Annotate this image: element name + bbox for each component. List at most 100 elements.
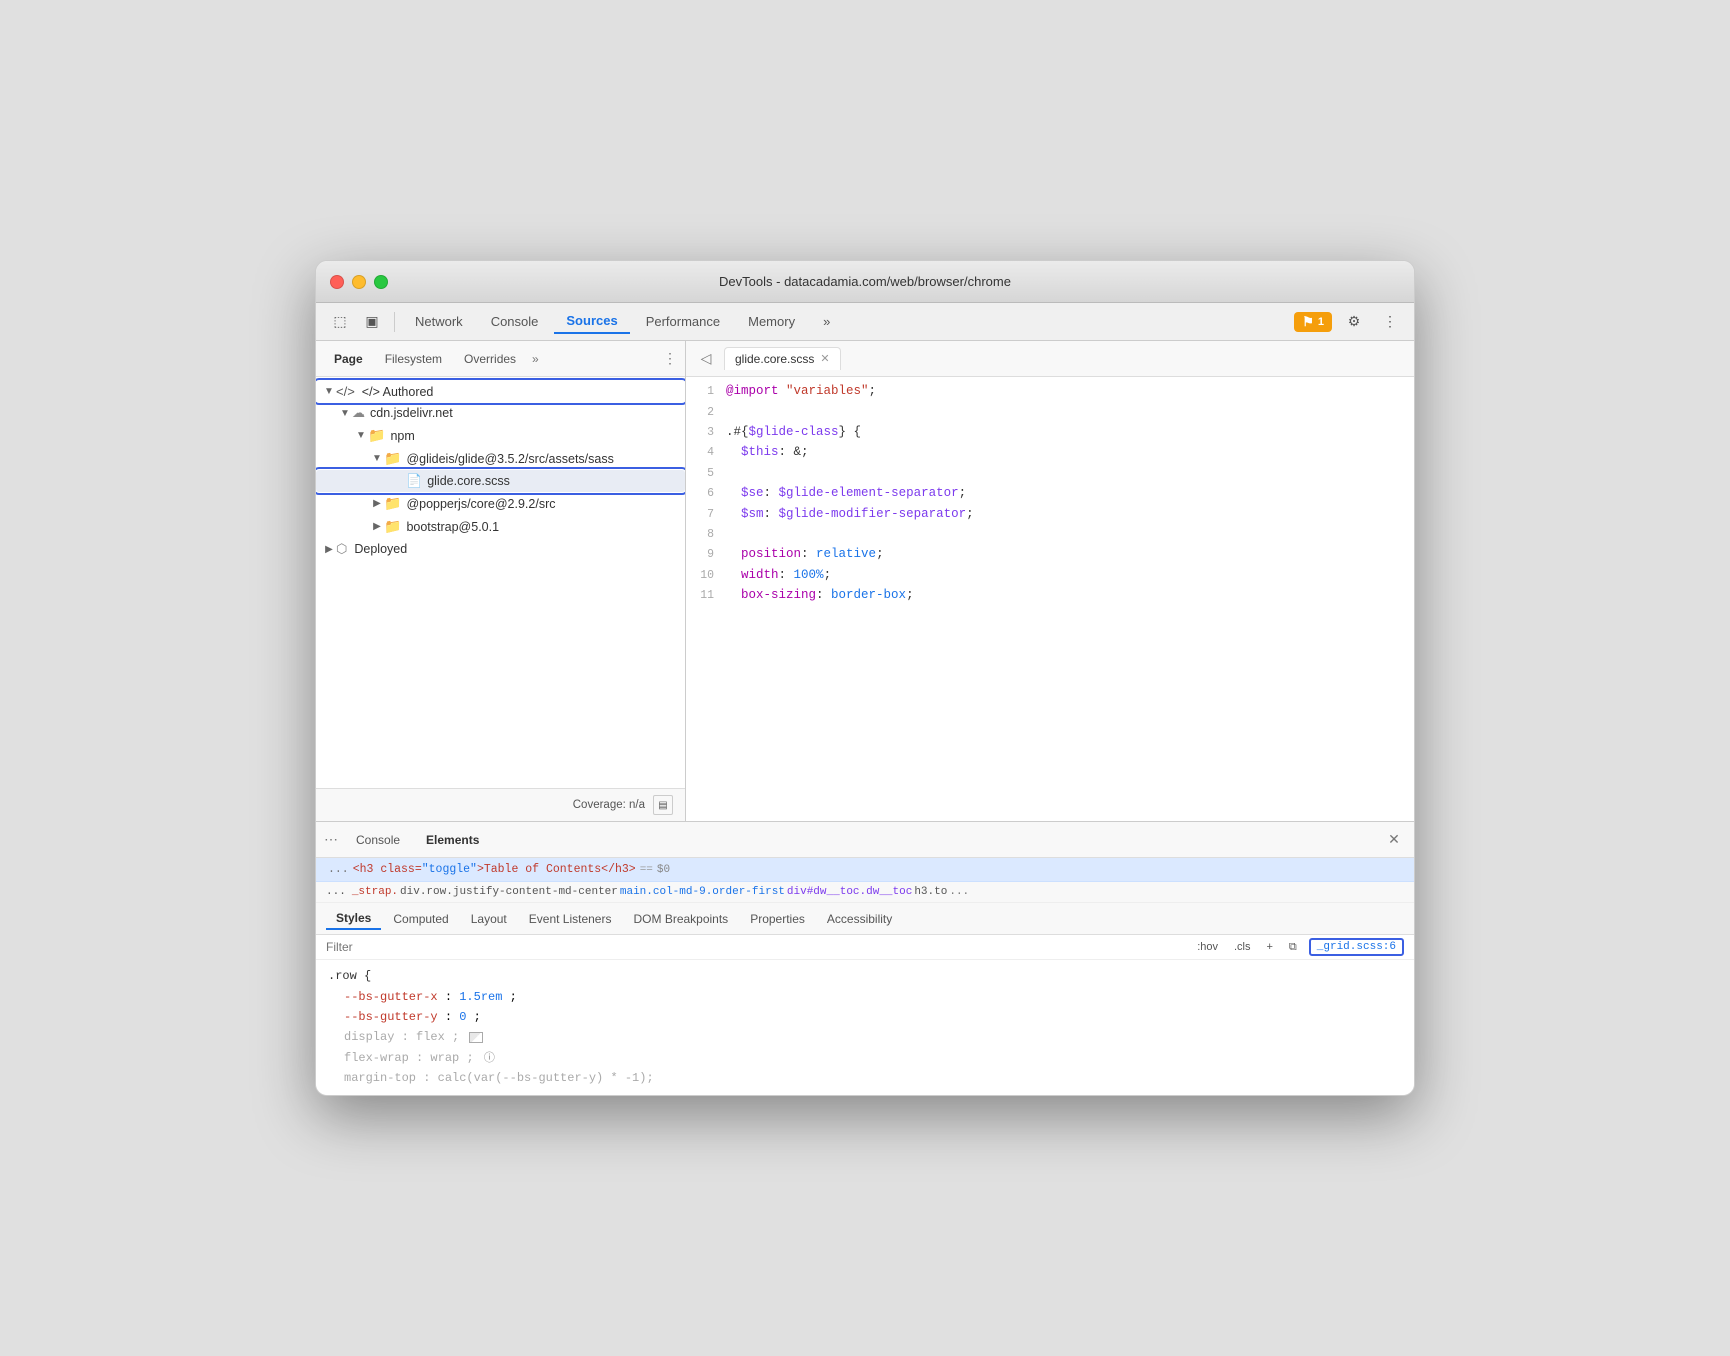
styles-tabs: Styles Computed Layout Event Listeners D…	[316, 903, 1414, 935]
tab-network[interactable]: Network	[403, 310, 475, 333]
minimize-button[interactable]	[352, 275, 366, 289]
styles-tab-layout[interactable]: Layout	[461, 909, 517, 929]
main-area: Page Filesystem Overrides » ⋮ ▼ </> </> …	[316, 341, 1414, 821]
source-link[interactable]: _grid.scss:6	[1309, 938, 1404, 956]
tab-filesystem[interactable]: Filesystem	[375, 348, 452, 370]
code-line-8: 8	[686, 524, 1414, 544]
styles-tab-styles[interactable]: Styles	[326, 908, 381, 930]
npm-arrow: ▼	[354, 429, 368, 443]
bc-div-toc[interactable]: div#dw__toc.dw__toc	[787, 886, 912, 898]
cdn-label: cdn.jsdelivr.net	[370, 406, 453, 420]
bc-h3[interactable]: h3.to	[914, 886, 947, 898]
bc-divrow[interactable]: div.row.justify-content-md-center	[400, 886, 618, 898]
code-line-5: 5	[686, 463, 1414, 483]
bottom-toolbar-dots[interactable]: ⋯	[324, 831, 338, 848]
css-properties: --bs-gutter-x : 1.5rem ; --bs-gutter-y :…	[328, 987, 1402, 1089]
devtools-window: DevTools - datacadamia.com/web/browser/c…	[315, 260, 1415, 1096]
bc-strap[interactable]: _strap.	[352, 886, 398, 898]
styles-filter-input[interactable]	[326, 940, 1193, 954]
traffic-lights	[330, 275, 388, 289]
code-line-11: 11 box-sizing: border-box;	[686, 585, 1414, 605]
coverage-icon[interactable]: ▤	[653, 795, 673, 815]
maximize-button[interactable]	[374, 275, 388, 289]
code-tab-close[interactable]: ✕	[820, 354, 829, 365]
flex-layout-icon[interactable]	[469, 1032, 483, 1043]
settings-icon[interactable]: ⚙	[1340, 308, 1368, 336]
code-content[interactable]: 1 @import "variables"; 2 3 .#{$glide-cla…	[686, 377, 1414, 821]
cls-button[interactable]: .cls	[1230, 939, 1255, 955]
authored-node[interactable]: ▼ </> </> Authored	[316, 381, 685, 402]
npm-node[interactable]: ▼ 📁 npm	[316, 424, 685, 447]
code-line-6: 6 $se: $glide-element-separator;	[686, 483, 1414, 503]
code-panel: ◁ glide.core.scss ✕ 1 @import "variables…	[686, 341, 1414, 821]
glideis-arrow: ▼	[370, 452, 384, 466]
glideis-node[interactable]: ▼ 📁 @glideis/glide@3.5.2/src/assets/sass	[316, 447, 685, 470]
styles-filter-row: :hov .cls + ⧉ _grid.scss:6	[316, 935, 1414, 960]
css-prop-gutter-y: --bs-gutter-y : 0 ;	[344, 1007, 1402, 1027]
plus-button[interactable]: +	[1262, 939, 1276, 955]
npm-label: npm	[390, 429, 414, 443]
copy-styles-button[interactable]: ⧉	[1285, 939, 1301, 956]
coverage-bar: Coverage: n/a ▤	[316, 788, 685, 821]
glideis-folder-icon: 📁	[384, 450, 401, 467]
code-line-1: 1 @import "variables";	[686, 381, 1414, 401]
tab-sources[interactable]: Sources	[554, 309, 629, 334]
tab-console-bottom[interactable]: Console	[344, 829, 412, 851]
tab-elements-bottom[interactable]: Elements	[414, 829, 491, 851]
code-back-icon[interactable]: ◁	[694, 347, 718, 371]
styles-tab-computed[interactable]: Computed	[383, 909, 458, 929]
code-line-9: 9 position: relative;	[686, 544, 1414, 564]
file-panel: Page Filesystem Overrides » ⋮ ▼ </> </> …	[316, 341, 686, 821]
css-prop-flex-wrap: flex-wrap : wrap ; ⓘ	[344, 1048, 1402, 1069]
styles-tab-properties[interactable]: Properties	[740, 909, 815, 929]
styles-tab-accessibility[interactable]: Accessibility	[817, 909, 902, 929]
code-line-10: 10 width: 100%;	[686, 565, 1414, 585]
file-node[interactable]: 📄 glide.core.scss	[316, 470, 685, 492]
hov-button[interactable]: :hov	[1193, 939, 1222, 955]
device-icon[interactable]: ▣	[358, 308, 386, 336]
css-prop-gutter-x: --bs-gutter-x : 1.5rem ;	[344, 987, 1402, 1007]
notification-badge[interactable]: ⚑ 1	[1294, 312, 1332, 332]
cdn-arrow: ▼	[338, 406, 352, 420]
css-prop-display: display : flex ;	[344, 1027, 1402, 1047]
tab-console[interactable]: Console	[479, 310, 551, 333]
deployed-node[interactable]: ▶ ⬡ Deployed	[316, 538, 685, 560]
panel-tabs: Page Filesystem Overrides » ⋮	[316, 341, 685, 377]
tab-more[interactable]: »	[811, 310, 842, 333]
authored-arrow: ▼	[322, 385, 336, 399]
flex-wrap-info-icon[interactable]: ⓘ	[484, 1053, 495, 1065]
tab-panel-more[interactable]: »	[528, 350, 543, 368]
devtools-toolbar: ⬚ ▣ Network Console Sources Performance …	[316, 303, 1414, 341]
selected-element-code: <h3 class="toggle">Table of Contents</h3…	[353, 863, 636, 876]
tab-page[interactable]: Page	[324, 348, 373, 370]
more-options-icon[interactable]: ⋮	[1376, 308, 1404, 336]
eq-label: ==	[640, 864, 653, 876]
panel-dots-menu[interactable]: ⋮	[663, 350, 677, 367]
bootstrap-arrow: ▶	[370, 520, 384, 534]
styles-tab-dom-breakpoints[interactable]: DOM Breakpoints	[623, 909, 738, 929]
inspect-icon[interactable]: ⬚	[326, 308, 354, 336]
glideis-label: @glideis/glide@3.5.2/src/assets/sass	[406, 452, 613, 466]
cdn-node[interactable]: ▼ ☁ cdn.jsdelivr.net	[316, 402, 685, 424]
bottom-close-icon[interactable]: ✕	[1382, 828, 1406, 852]
tab-performance[interactable]: Performance	[634, 310, 732, 333]
code-tab-active[interactable]: glide.core.scss ✕	[724, 347, 841, 370]
tab-memory[interactable]: Memory	[736, 310, 807, 333]
css-prop-margin-top: margin-top : calc(var(--bs-gutter-y) * -…	[344, 1068, 1402, 1088]
code-line-3: 3 .#{$glide-class} {	[686, 422, 1414, 442]
popperjs-folder-icon: 📁	[384, 495, 401, 512]
coverage-label: Coverage: n/a	[573, 799, 645, 811]
styles-content: .row { --bs-gutter-x : 1.5rem ; --bs-gut…	[316, 960, 1414, 1095]
code-tab-filename: glide.core.scss	[735, 352, 814, 366]
window-title: DevTools - datacadamia.com/web/browser/c…	[719, 274, 1011, 289]
styles-tab-event-listeners[interactable]: Event Listeners	[519, 909, 622, 929]
bottom-panel: ⋯ Console Elements ✕ ... <h3 class="togg…	[316, 821, 1414, 1095]
popperjs-node[interactable]: ▶ 📁 @popperjs/core@2.9.2/src	[316, 492, 685, 515]
tab-overrides[interactable]: Overrides	[454, 348, 526, 370]
bc-more[interactable]: ...	[949, 886, 969, 898]
close-button[interactable]	[330, 275, 344, 289]
bootstrap-node[interactable]: ▶ 📁 bootstrap@5.0.1	[316, 515, 685, 538]
authored-icon: </>	[336, 384, 355, 399]
bottom-toolbar: ⋯ Console Elements ✕	[316, 822, 1414, 858]
bc-main[interactable]: main.col-md-9.order-first	[620, 886, 785, 898]
